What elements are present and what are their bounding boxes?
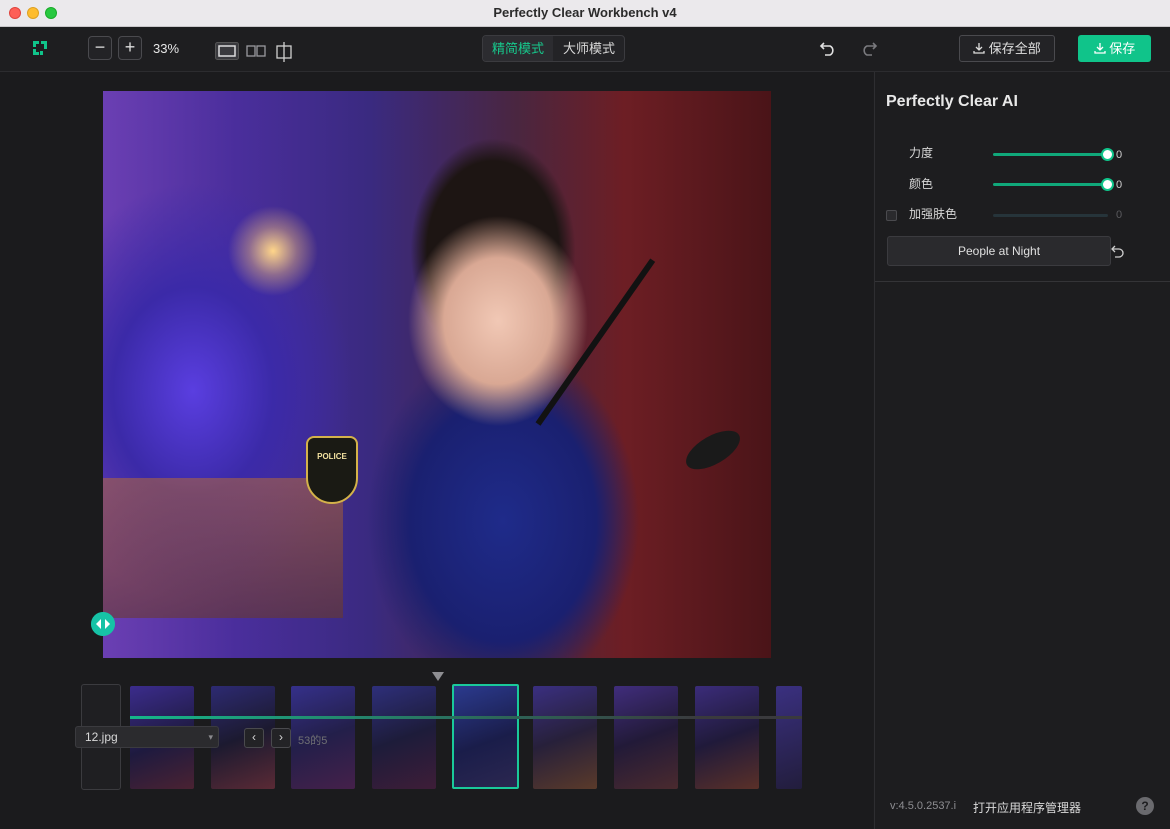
photo-badge-text: POLICE <box>317 452 347 461</box>
adjustment-panel: Perfectly Clear AI 力度 0 颜色 0 加强肤色 0 Peop… <box>874 72 1170 829</box>
enhance-skin-slider[interactable] <box>993 214 1108 217</box>
photo-baton-head <box>680 422 746 478</box>
strength-slider-handle[interactable] <box>1101 148 1114 161</box>
app-window: Perfectly Clear Workbench v4 − + 33% 精简模… <box>0 0 1170 829</box>
filmstrip-scroll-thumb[interactable] <box>130 716 802 719</box>
reset-icon[interactable] <box>1111 244 1125 258</box>
thumbnail[interactable] <box>614 686 678 789</box>
preset-selector[interactable]: People at Night <box>887 236 1111 266</box>
split-view-icon[interactable] <box>245 42 267 60</box>
zoom-out-button[interactable]: − <box>88 36 112 60</box>
download-icon <box>973 43 985 54</box>
file-select[interactable]: 12.jpg ▾ <box>75 726 219 748</box>
help-icon[interactable]: ? <box>1136 797 1154 815</box>
photo-desk-area <box>103 478 343 618</box>
prev-image-button[interactable]: ‹ <box>244 728 264 748</box>
main-photo[interactable]: POLICE <box>103 91 771 658</box>
version-text: v:4.5.0.2537.i <box>890 800 957 812</box>
color-slider[interactable] <box>993 183 1108 186</box>
thumbnail[interactable] <box>533 686 597 789</box>
save-all-button[interactable]: 保存全部 <box>959 35 1055 62</box>
redo-icon[interactable] <box>860 39 878 57</box>
download-icon <box>1094 43 1106 54</box>
color-label: 颜色 <box>909 177 934 191</box>
enhance-skin-label: 加强肤色 <box>909 207 958 221</box>
title-bar: Perfectly Clear Workbench v4 <box>0 0 1170 27</box>
next-image-button[interactable]: › <box>271 728 291 748</box>
enhance-skin-value: 0 <box>1116 209 1123 221</box>
file-select-value: 12.jpg <box>85 730 118 744</box>
color-value: 0 <box>1116 179 1123 191</box>
open-app-manager-link[interactable]: 打开应用程序管理器 <box>973 799 1081 816</box>
photo-baton <box>535 258 656 426</box>
enhance-skin-checkbox[interactable] <box>886 210 897 221</box>
thumbnail[interactable] <box>211 686 275 789</box>
image-counter: 53的5 <box>298 735 328 747</box>
thumbnail[interactable] <box>776 686 802 789</box>
panel-title: Perfectly Clear AI <box>886 93 1018 110</box>
filmstrip-scrollbar[interactable] <box>130 716 802 719</box>
thumbnail-selected[interactable] <box>452 684 519 789</box>
zoom-in-button[interactable]: + <box>118 36 142 60</box>
zoom-level: 33% <box>153 41 180 56</box>
save-all-label: 保存全部 <box>988 41 1041 56</box>
photo-police-patch: POLICE <box>306 436 358 504</box>
tab-master-mode[interactable]: 大师模式 <box>554 36 624 61</box>
window-title: Perfectly Clear Workbench v4 <box>493 5 677 20</box>
save-button[interactable]: 保存 <box>1078 35 1151 62</box>
strength-value: 0 <box>1116 149 1123 161</box>
mode-switch: 精简模式 大师模式 <box>482 35 625 62</box>
toolbar: − + 33% 精简模式 大师模式 保存全部 保存 <box>0 27 1170 72</box>
filmstrip-toggle-icon[interactable] <box>432 672 444 681</box>
tab-simple-mode[interactable]: 精简模式 <box>483 36 553 61</box>
chevron-down-icon: ▾ <box>208 732 213 742</box>
compare-handle-icon[interactable] <box>91 612 115 636</box>
thumbnail[interactable] <box>695 686 759 789</box>
crop-view-icon[interactable] <box>273 42 295 62</box>
save-label: 保存 <box>1109 41 1136 56</box>
undo-icon[interactable] <box>819 39 837 57</box>
panel-divider <box>875 281 1170 282</box>
strength-slider[interactable] <box>993 153 1108 156</box>
app-logo-icon[interactable] <box>30 38 50 58</box>
single-view-icon[interactable] <box>215 42 239 60</box>
color-slider-handle[interactable] <box>1101 178 1114 191</box>
thumbnail[interactable] <box>372 686 436 789</box>
strength-label: 力度 <box>909 146 934 160</box>
